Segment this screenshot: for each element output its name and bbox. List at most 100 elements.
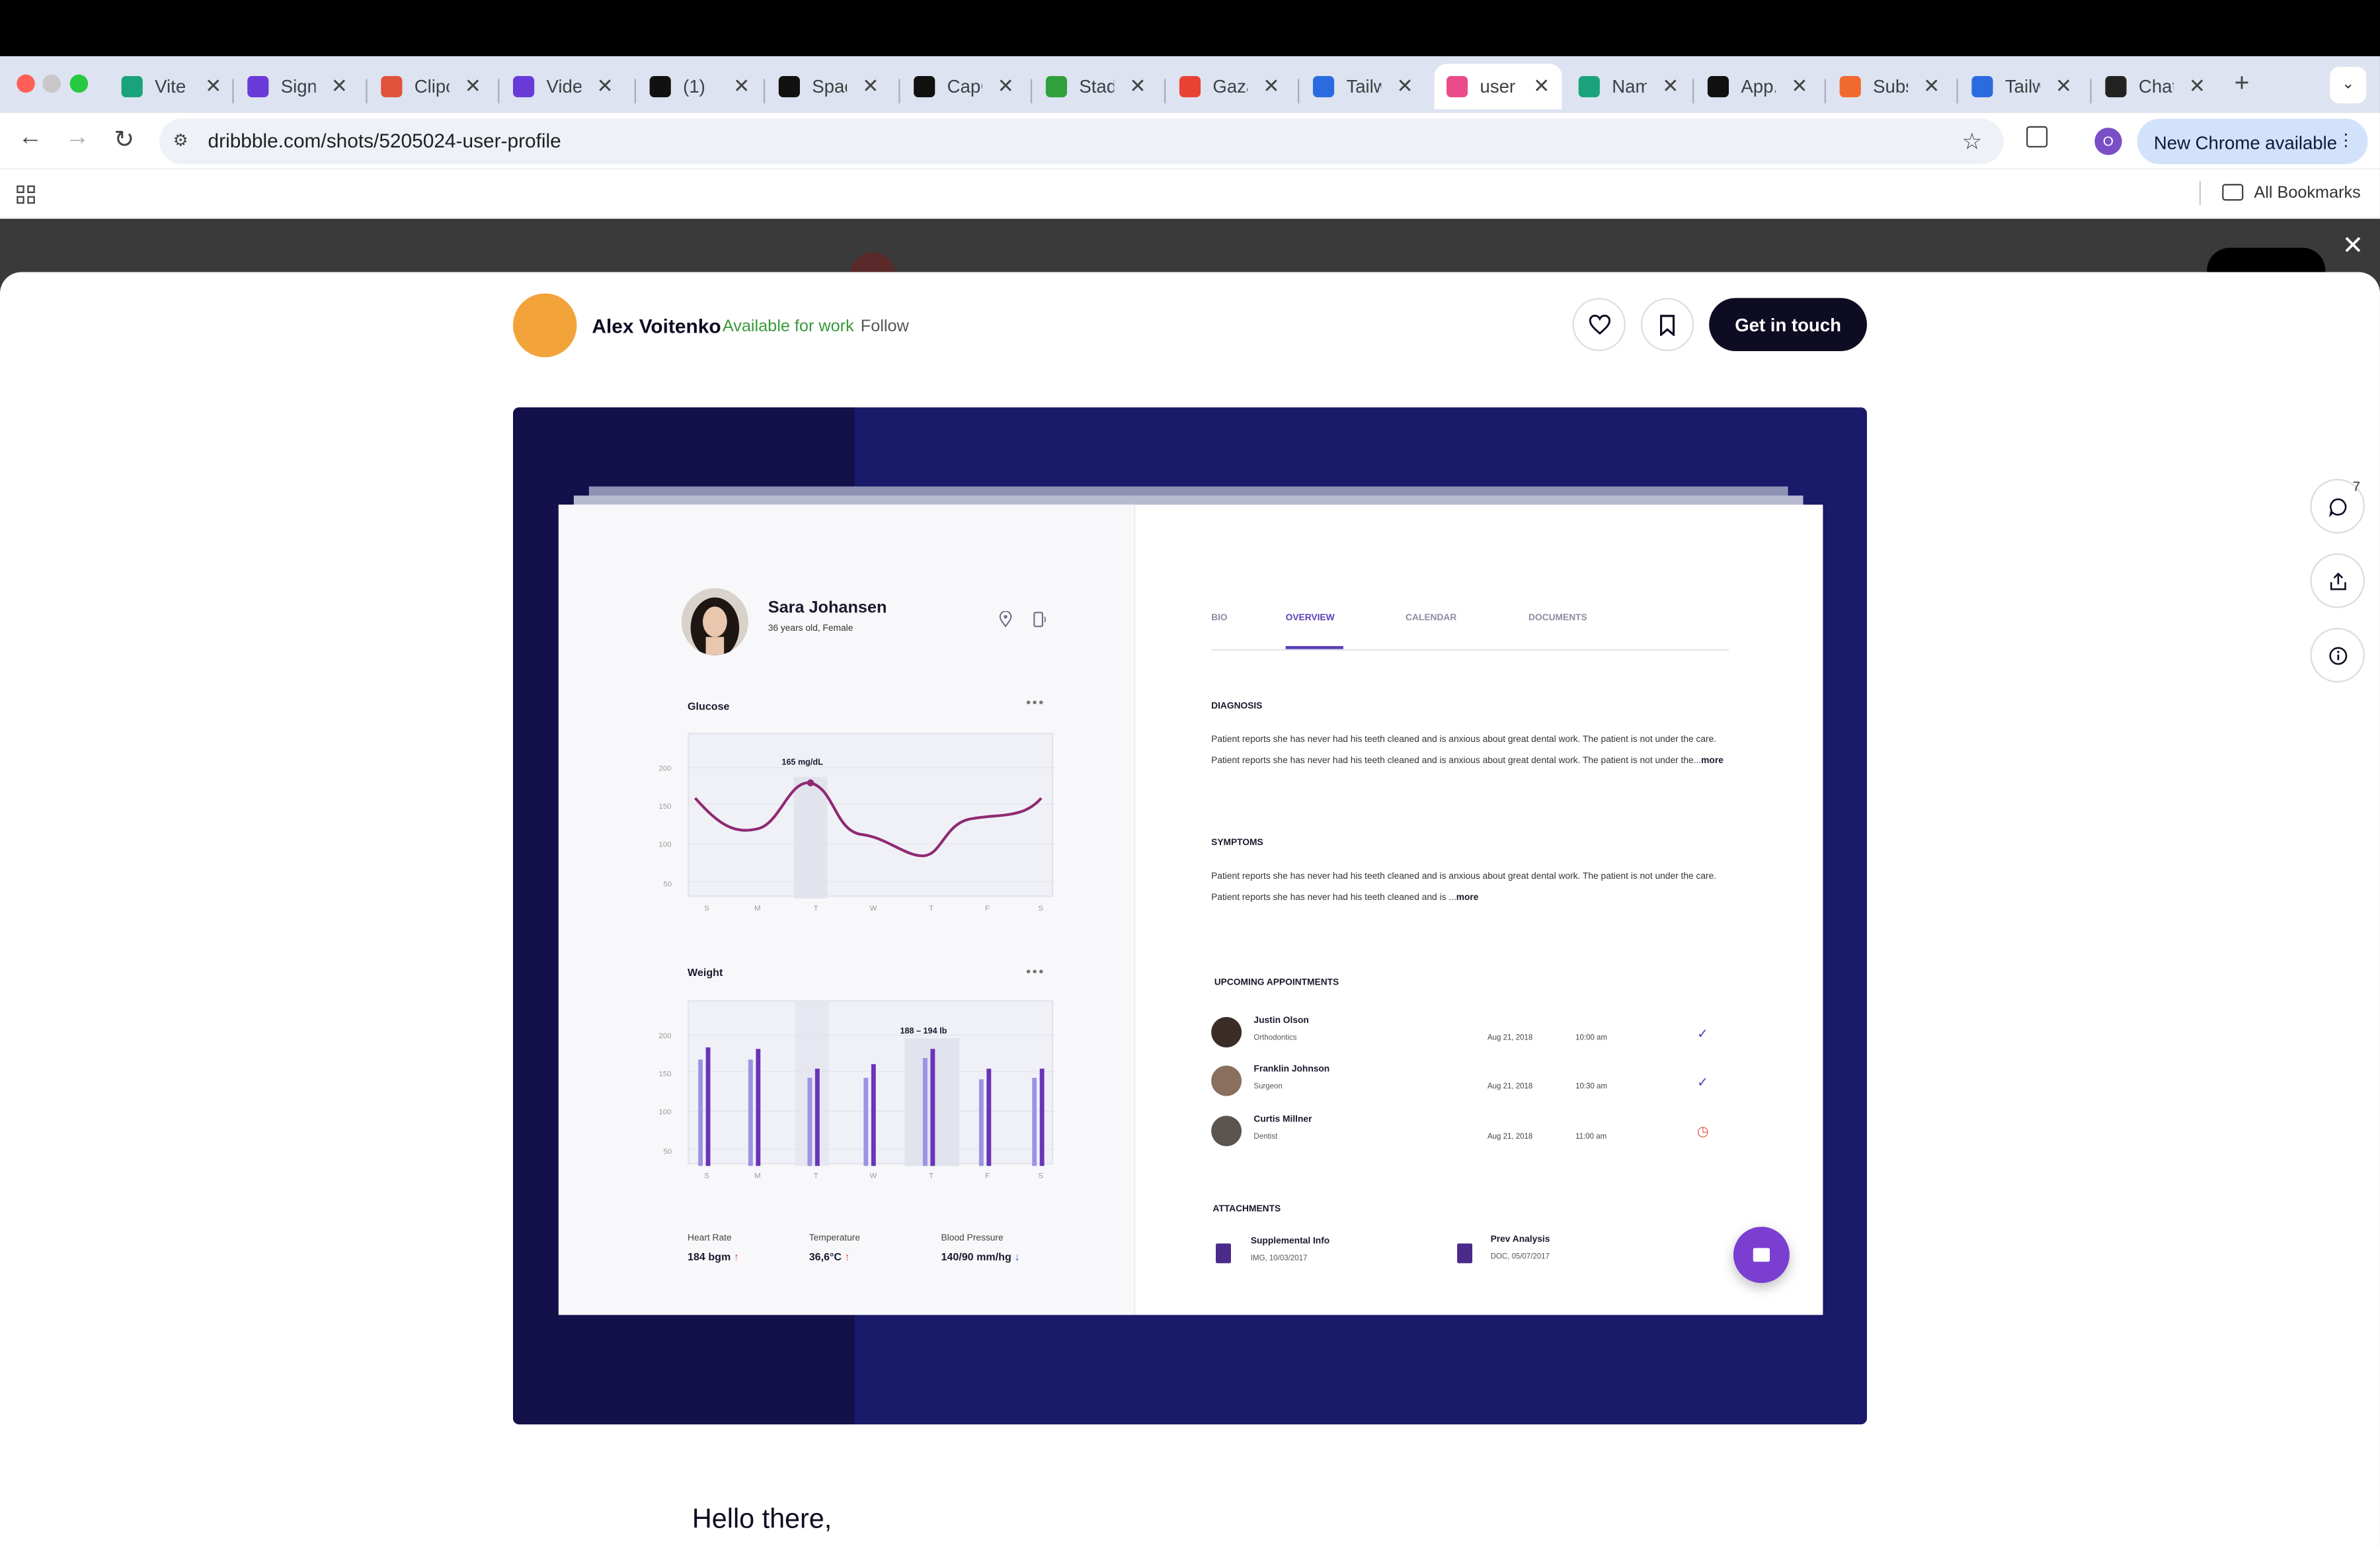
browser-tab[interactable]: CapC ✕ (902, 64, 1026, 110)
browser-tab[interactable]: Gaza ✕ (1168, 64, 1292, 110)
tab-search-chevron-icon[interactable]: ⌄ (2330, 67, 2367, 104)
tab-close-icon[interactable]: ✕ (1396, 75, 1413, 99)
glucose-point[interactable] (807, 779, 814, 787)
weight-bar-dark[interactable] (871, 1064, 876, 1166)
tab-close-icon[interactable]: ✕ (2055, 75, 2072, 99)
tab-close-icon[interactable]: ✕ (331, 75, 348, 99)
clock-icon[interactable]: ◷ (1697, 1123, 1709, 1140)
browser-tab[interactable]: Clipc ✕ (369, 64, 493, 110)
attachments-title: ATTACHMENTS (1212, 1205, 1281, 1215)
weight-bar-light[interactable] (1032, 1077, 1037, 1166)
weight-bar-dark[interactable] (986, 1069, 992, 1166)
tab-bio[interactable]: BIO (1211, 614, 1228, 624)
get-in-touch-button[interactable]: Get in touch (1709, 298, 1867, 352)
tab-favicon-icon (1179, 75, 1201, 98)
save-button[interactable] (1640, 298, 1694, 352)
follow-button[interactable]: Follow (861, 317, 909, 336)
check-icon[interactable]: ✓ (1697, 1075, 1708, 1091)
back-icon[interactable]: ← (19, 125, 43, 152)
appointment-name[interactable]: Curtis Millner (1253, 1116, 1312, 1125)
appointment-name[interactable]: Franklin Johnson (1253, 1066, 1329, 1075)
symptoms-more-link[interactable]: more (1456, 893, 1479, 903)
browser-tab[interactable]: Video ✕ (501, 64, 625, 110)
browser-tab[interactable]: Sign ✕ (235, 64, 360, 110)
weight-bar-dark[interactable] (756, 1049, 761, 1166)
weight-bar-light[interactable] (863, 1077, 869, 1166)
tab-close-icon[interactable]: ✕ (1662, 75, 1679, 99)
tab-close-icon[interactable]: ✕ (597, 75, 614, 99)
tab-close-icon[interactable]: ✕ (205, 75, 221, 99)
attachment-name[interactable]: Supplemental Info (1251, 1237, 1329, 1246)
browser-tab[interactable]: Stadi ✕ (1034, 64, 1158, 110)
tab-close-icon[interactable]: ✕ (733, 75, 750, 99)
tab-overview[interactable]: OVERVIEW (1286, 614, 1335, 624)
address-bar[interactable]: ⚙ dribbble.com/shots/5205024-user-profil… (159, 118, 2004, 165)
weight-bar-dark[interactable] (705, 1047, 711, 1166)
site-settings-icon[interactable]: ⚙ (173, 131, 188, 151)
browser-tab[interactable]: Tailw ✕ (1960, 64, 2084, 110)
weight-more-icon[interactable]: ••• (1026, 964, 1045, 979)
maximize-window-dot[interactable] (69, 74, 89, 93)
phone-icon[interactable] (1032, 611, 1047, 628)
extensions-icon[interactable] (2026, 126, 2048, 147)
file-icon[interactable] (1457, 1243, 1473, 1264)
bookmark-star-icon[interactable]: ☆ (1962, 128, 1983, 155)
browser-tab[interactable]: user ✕ (1434, 63, 1562, 110)
reload-icon[interactable]: ↻ (114, 125, 134, 155)
designer-avatar[interactable] (513, 293, 577, 358)
diagnosis-more-link[interactable]: more (1701, 756, 1724, 766)
share-button[interactable] (2310, 553, 2365, 608)
browser-tab[interactable]: Subs ✕ (1827, 64, 1952, 110)
browser-tab[interactable]: Vite A ✕ (109, 64, 233, 110)
weight-bar-light[interactable] (922, 1058, 928, 1166)
tab-calendar[interactable]: CALENDAR (1406, 614, 1456, 624)
designer-name[interactable]: Alex Voitenko (592, 315, 721, 337)
close-modal-icon[interactable]: ✕ (2342, 231, 2364, 261)
heart-icon (1588, 314, 1610, 335)
attachment-name[interactable]: Prev Analysis (1491, 1236, 1550, 1245)
new-chrome-button[interactable]: New Chrome available ⋮ (2137, 118, 2368, 165)
info-button[interactable] (2310, 628, 2365, 683)
tab-documents[interactable]: DOCUMENTS (1528, 614, 1587, 624)
forward-icon[interactable]: → (65, 125, 90, 152)
all-bookmarks[interactable]: All Bookmarks (2254, 184, 2360, 202)
browser-tab[interactable]: App. ✕ (1696, 64, 1820, 110)
menu-kebab-icon[interactable]: ⋮ (2338, 131, 2354, 151)
tab-close-icon[interactable]: ✕ (998, 75, 1014, 99)
weight-bar-dark[interactable] (930, 1049, 935, 1166)
browser-tab[interactable]: Nam ✕ (1566, 64, 1690, 110)
file-icon[interactable] (1216, 1243, 1231, 1264)
like-button[interactable] (1572, 298, 1626, 352)
glucose-more-icon[interactable]: ••• (1026, 695, 1045, 710)
weight-bar-light[interactable] (978, 1079, 984, 1166)
weight-bar-dark[interactable] (814, 1069, 820, 1166)
tab-close-icon[interactable]: ✕ (1923, 75, 1940, 99)
browser-tab[interactable]: (1) ✕ (637, 64, 762, 110)
tab-close-icon[interactable]: ✕ (1791, 75, 1807, 99)
tab-close-icon[interactable]: ✕ (465, 75, 481, 99)
availability-status[interactable]: Available for work (723, 317, 854, 336)
symptoms-text: Patient reports she has never had his te… (1211, 872, 1717, 903)
apps-grid-icon[interactable] (17, 185, 35, 204)
weight-bar-light[interactable] (807, 1077, 813, 1166)
tab-close-icon[interactable]: ✕ (862, 75, 879, 99)
weight-bar-light[interactable] (748, 1059, 753, 1166)
minimize-window-dot[interactable] (42, 74, 61, 93)
check-icon[interactable]: ✓ (1697, 1026, 1708, 1043)
profile-avatar[interactable]: O (2094, 128, 2122, 155)
weight-bar-dark[interactable] (1039, 1069, 1045, 1166)
weight-bar-light[interactable] (698, 1059, 703, 1166)
chat-fab-button[interactable] (1733, 1227, 1790, 1283)
tab-close-icon[interactable]: ✕ (2189, 75, 2205, 99)
close-window-dot[interactable] (17, 74, 35, 93)
new-tab-icon[interactable]: + (2235, 68, 2250, 99)
tab-close-icon[interactable]: ✕ (1129, 75, 1146, 99)
browser-tab[interactable]: Space ✕ (766, 64, 891, 110)
location-pin-icon[interactable] (999, 611, 1013, 628)
appointment-name[interactable]: Justin Olson (1253, 1017, 1308, 1026)
browser-tab[interactable]: Tailw ✕ (1301, 64, 1425, 110)
browser-tab[interactable]: Chat ✕ (2093, 64, 2217, 110)
tab-close-icon[interactable]: ✕ (1533, 75, 1550, 99)
tab-favicon-icon (1312, 75, 1335, 98)
tab-close-icon[interactable]: ✕ (1263, 75, 1279, 99)
